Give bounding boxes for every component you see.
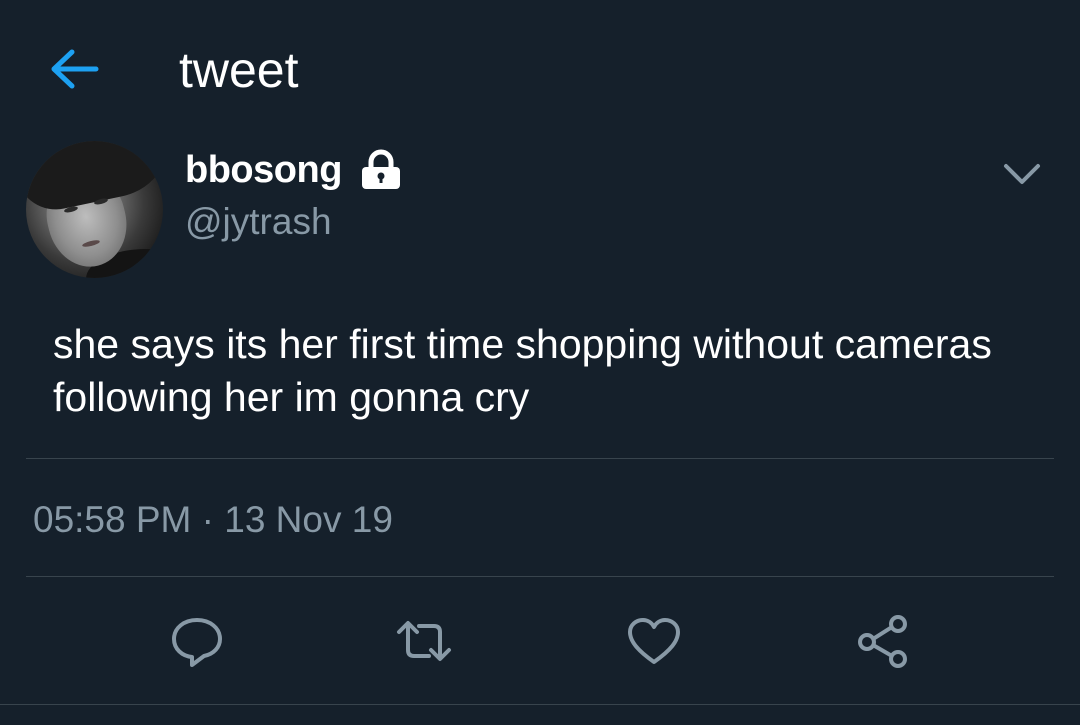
divider (26, 576, 1054, 577)
arrow-left-icon (51, 49, 99, 89)
back-button[interactable] (46, 44, 102, 94)
username[interactable]: @jytrash (185, 200, 332, 244)
share-icon (858, 615, 907, 668)
retweet-button[interactable] (395, 612, 453, 670)
page-title: tweet (179, 42, 299, 98)
top-bar: tweet (0, 0, 1080, 130)
chevron-down-icon[interactable] (1000, 158, 1044, 190)
display-name[interactable]: bbosong (185, 148, 342, 192)
heart-icon (628, 618, 680, 664)
timestamp: 05:58 PM · 13 Nov 19 (33, 499, 393, 540)
like-button[interactable] (625, 612, 683, 670)
tweet-text: she says its her first time shopping wit… (53, 321, 992, 420)
divider (26, 458, 1054, 459)
avatar[interactable] (26, 141, 163, 278)
lock-icon (362, 149, 400, 189)
reply-button[interactable] (168, 612, 226, 670)
retweet-icon (397, 621, 451, 661)
reply-icon (172, 618, 222, 667)
divider (0, 704, 1080, 705)
share-button[interactable] (854, 612, 912, 670)
